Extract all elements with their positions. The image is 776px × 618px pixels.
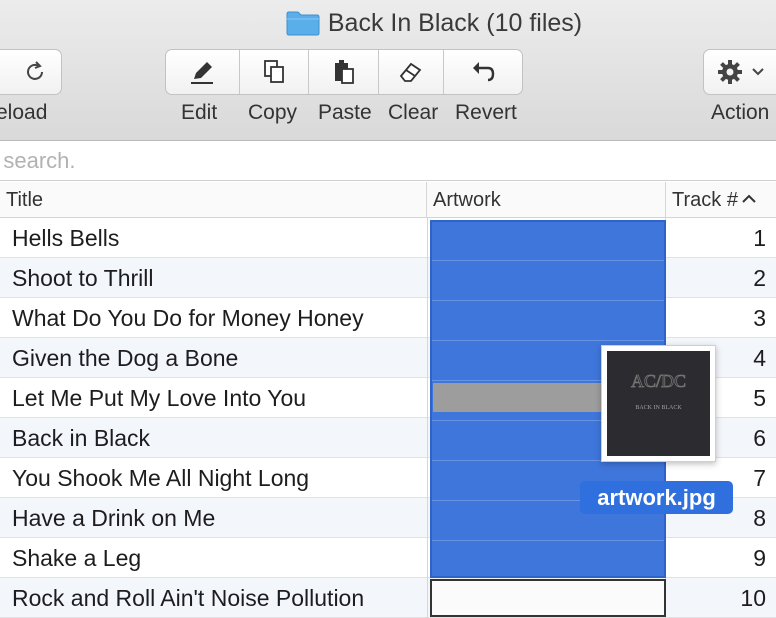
reload-button[interactable] [0,49,62,95]
track-title: Let Me Put My Love Into You [12,385,307,411]
gear-icon [718,60,742,84]
drop-indicator-bar [433,383,629,412]
album-cover-image: AC/DC BACK IN BLACK [607,351,710,456]
track-number: 2 [753,265,766,291]
artwork-cell-focused[interactable] [430,579,666,617]
track-title: Have a Drink on Me [12,505,216,531]
window-toolbar: Back In Black (10 files) eload Edit Copy… [0,0,776,141]
action-label: Action [711,101,770,124]
sort-ascending-icon [742,182,756,218]
window-title-bar: Back In Black (10 files) [0,6,776,40]
chevron-down-icon [752,68,764,76]
track-number: 8 [753,505,766,531]
copy-button[interactable] [240,50,310,94]
revert-label: Revert [455,101,517,124]
track-title: You Shook Me All Night Long [12,465,310,491]
copy-label: Copy [248,101,298,124]
track-title: Shake a Leg [12,545,142,571]
track-number: 5 [753,385,766,411]
search-input[interactable] [0,145,774,177]
track-title: Given the Dog a Bone [12,345,239,371]
clear-button[interactable] [379,50,445,94]
edit-button-group [165,49,523,95]
track-title: What Do You Do for Money Honey [12,305,364,331]
paste-icon [334,60,354,84]
track-title: Hells Bells [12,225,120,251]
action-menu-button[interactable] [703,49,776,95]
clear-label: Clear [388,101,439,124]
reload-icon [27,61,43,80]
paste-label: Paste [318,101,372,124]
edit-button[interactable] [166,50,240,94]
undo-icon [473,62,495,82]
edit-label: Edit [181,101,218,124]
track-title: Rock and Roll Ain't Noise Pollution [12,585,365,611]
search-bar [0,141,776,181]
column-header-artwork[interactable]: Artwork [427,182,666,218]
track-number: 4 [753,345,766,371]
reload-label: eload [0,101,48,124]
cover-title: BACK IN BLACK [635,405,682,411]
drag-filename-badge: artwork.jpg [580,481,733,514]
track-number: 1 [753,225,766,251]
track-number: 10 [740,585,766,611]
paste-button[interactable] [309,50,379,94]
column-header-title[interactable]: Title [0,182,427,218]
track-number: 7 [753,465,766,491]
track-title: Shoot to Thrill [12,265,154,291]
track-number: 3 [753,305,766,331]
track-title: Back in Black [12,425,151,451]
pencil-icon [191,62,214,84]
track-number: 6 [753,425,766,451]
cover-logo: AC/DC [631,371,686,391]
window-title: Back In Black (10 files) [327,8,583,37]
folder-icon [286,10,320,36]
revert-button[interactable] [444,50,522,94]
table-header: Title Artwork Track # [0,182,776,218]
eraser-icon [399,62,422,82]
track-number: 9 [753,545,766,571]
column-header-track[interactable]: Track # [666,182,776,218]
drag-artwork-thumbnail: AC/DC BACK IN BLACK [601,345,716,462]
column-header-track-label: Track # [672,189,738,211]
copy-icon [263,60,284,83]
